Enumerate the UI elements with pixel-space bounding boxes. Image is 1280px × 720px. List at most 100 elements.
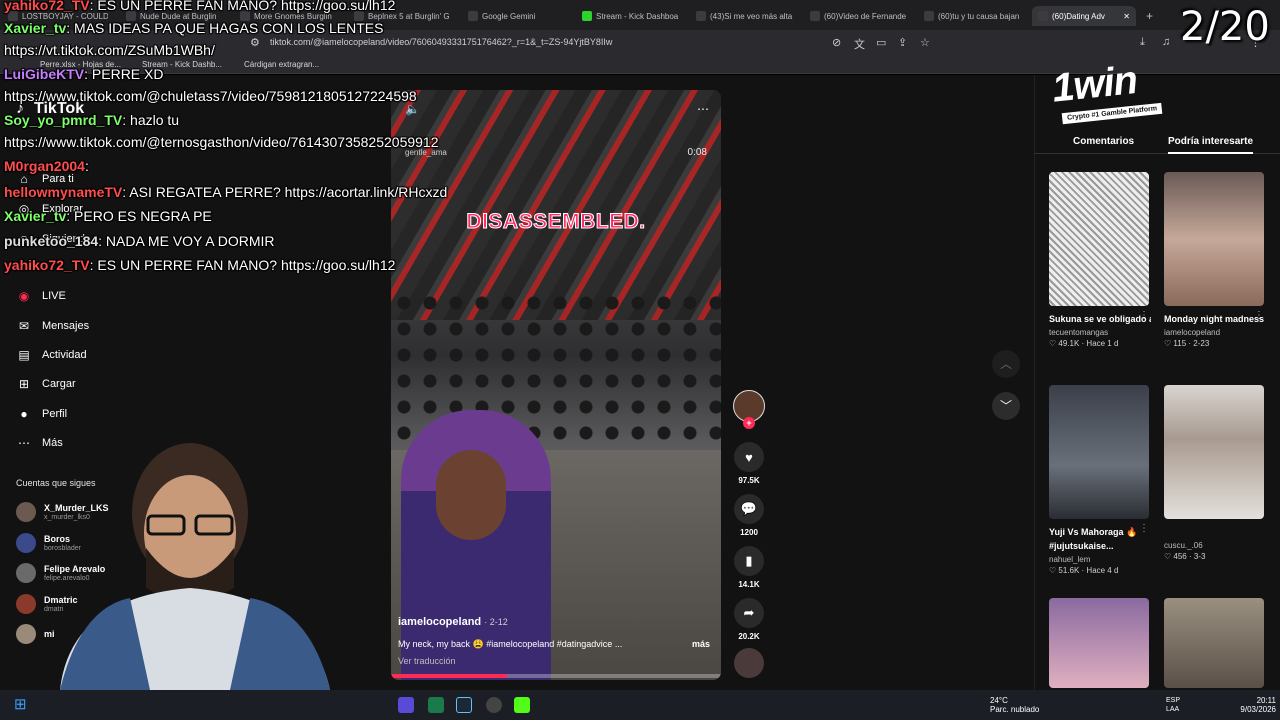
- mute-icon[interactable]: ⊘: [832, 36, 841, 49]
- download-icon[interactable]: ⤓: [1140, 36, 1145, 49]
- share-button[interactable]: ➦ 20.2K: [733, 598, 765, 641]
- messages-icon: ✉: [18, 319, 30, 333]
- chat-message: yahiko72_TV: ES UN PERRE FAN MANO? https…: [4, 257, 396, 273]
- profile-icon: ●: [20, 407, 28, 421]
- video-thumbnail: [1164, 598, 1264, 688]
- kick-icon: [582, 11, 592, 21]
- streamer-webcam: [60, 443, 330, 690]
- browser-tab[interactable]: (60)Video de Fernande: [810, 6, 910, 26]
- sponsor-logo: 1win Crypto #1 Gamble Platform: [1050, 58, 1182, 130]
- video-thumbnail: [1164, 172, 1264, 306]
- steam-icon[interactable]: [456, 697, 472, 713]
- video-thumbnail: [1049, 598, 1149, 688]
- comment-button[interactable]: 💬 1200: [733, 494, 765, 537]
- suggested-video-card[interactable]: [1049, 598, 1151, 688]
- discord-icon[interactable]: [398, 697, 414, 713]
- tiktok-icon: [1038, 11, 1048, 21]
- tiktok-icon: [924, 11, 934, 21]
- stream-chat-overlay: yahiko72_TV: ES UN PERRE FAN MANO? https…: [0, 0, 500, 280]
- suggested-video-card[interactable]: cuscu._.06 ♡ 456 · 3-3: [1164, 385, 1266, 561]
- follow-plus-button[interactable]: +: [743, 417, 755, 429]
- chat-message: punketoo_184: NADA ME VOY A DORMIR: [4, 233, 275, 249]
- previous-video-button[interactable]: ︿: [992, 350, 1020, 378]
- suggested-video-card[interactable]: Yuji Vs Mahoraga 🔥 #jujutsukaise... nahu…: [1049, 385, 1151, 575]
- heart-icon: ♥: [734, 442, 764, 472]
- stream-counter: 2/20: [1180, 4, 1270, 50]
- card-more-icon[interactable]: ⋮: [1139, 310, 1149, 321]
- live-icon: ◉: [18, 289, 30, 303]
- next-video-button[interactable]: ﹀: [992, 392, 1020, 420]
- weather-widget[interactable]: 24°C Parc. nublado: [990, 696, 1039, 714]
- sidebar-item-live[interactable]: ◉ LIVE: [16, 289, 66, 303]
- language-indicator[interactable]: ESP LAA: [1166, 696, 1180, 714]
- system-clock[interactable]: 20:11 9/03/2026: [1240, 696, 1276, 714]
- chat-message: hellowmynameTV: ASI REGATEA PERRE? https…: [4, 184, 448, 200]
- chat-message: https://www.tiktok.com/@ternosgasthon/vi…: [4, 134, 439, 150]
- browser-tab[interactable]: (60)tu y tu causa bajan: [924, 6, 1024, 26]
- chat-message: https://www.tiktok.com/@chuletass7/video…: [4, 88, 417, 104]
- windows-start-icon[interactable]: ⊞: [14, 695, 30, 713]
- video-description: My neck, my back 😩 #iamelocopeland #dati…: [398, 639, 623, 649]
- video-thumbnail: [1049, 172, 1149, 306]
- app-icon[interactable]: [428, 697, 444, 713]
- windows-taskbar: ⊞ 24°C Parc. nublado ESP LAA 20:11 9/03/202…: [0, 690, 1280, 720]
- browser-tab[interactable]: Stream - Kick Dashboa: [582, 6, 682, 26]
- video-time: 0:08: [687, 147, 707, 158]
- new-tab-button[interactable]: +: [1146, 6, 1158, 26]
- avatar: [16, 624, 36, 644]
- tiktok-icon: [810, 11, 820, 21]
- music-disc-icon: [734, 648, 764, 678]
- avatar: [16, 533, 36, 553]
- tab-podria-interesarte[interactable]: Podría interesarte: [1168, 136, 1254, 154]
- suggested-video-card[interactable]: Sukuna se ve obligado a... tecuentomanga…: [1049, 172, 1151, 348]
- kick-icon[interactable]: [514, 697, 530, 713]
- chevron-up-icon: ︿: [999, 357, 1012, 371]
- activity-icon: ▤: [18, 348, 30, 362]
- bookmark-icon: ▮: [734, 546, 764, 576]
- video-progress-bar[interactable]: [391, 674, 721, 678]
- more-icon: ⋯: [18, 436, 30, 450]
- bookmark-star-icon[interactable]: ☆: [920, 36, 930, 49]
- avatar: [16, 563, 36, 583]
- video-thumbnail: [1049, 385, 1149, 519]
- save-button[interactable]: ▮ 14.1K: [733, 546, 765, 589]
- chat-message: M0rgan2004:: [4, 158, 89, 174]
- video-thumbnail: [1164, 385, 1264, 519]
- tab-comentarios[interactable]: Comentarios: [1073, 136, 1134, 147]
- browser-tab-active[interactable]: (60)Dating Adv ✕: [1032, 6, 1136, 26]
- card-more-icon[interactable]: ⋮: [1139, 523, 1149, 534]
- install-icon[interactable]: ▭: [876, 36, 886, 49]
- chat-message: yahiko72_TV: ES UN PERRE FAN MANO? https…: [4, 0, 396, 13]
- browser-tab[interactable]: (43)Si me veo más alta: [696, 6, 796, 26]
- sidebar-item-actividad[interactable]: ▤ Actividad: [16, 348, 86, 362]
- chat-message: LuiGibeKTV: PERRE XD: [4, 66, 164, 82]
- sidebar-item-cargar[interactable]: ⊞ Cargar: [16, 377, 76, 391]
- card-more-icon[interactable]: ⋮: [1254, 310, 1264, 321]
- translate-icon[interactable]: 文: [854, 36, 865, 52]
- chat-message: Soy_yo_pmrd_TV: hazlo tu: [4, 112, 180, 128]
- chat-message: Xavier_tv: MAS IDEAS PA QUE HAGAS CON LO…: [4, 20, 384, 36]
- suggested-video-card[interactable]: [1164, 598, 1266, 688]
- sound-disc[interactable]: [733, 648, 765, 678]
- right-panel-tabs: Comentarios Podría interesarte: [1034, 132, 1280, 154]
- music-icon[interactable]: ♫: [1162, 36, 1170, 48]
- close-tab-icon[interactable]: ✕: [1123, 12, 1130, 21]
- like-button[interactable]: ♥ 97.5K: [733, 442, 765, 485]
- obs-icon[interactable]: [486, 697, 502, 713]
- translate-link[interactable]: Ver traducción: [398, 656, 456, 666]
- avatar: [16, 502, 36, 522]
- video-author[interactable]: iamelocopeland · 2-12: [398, 616, 508, 628]
- description-more-button[interactable]: más: [692, 639, 710, 649]
- avatar: [16, 594, 36, 614]
- chevron-down-icon: ﹀: [999, 399, 1012, 413]
- video-face: [436, 450, 506, 540]
- suggested-video-card[interactable]: Monday night madness 😳 ... iamelocopelan…: [1164, 172, 1266, 348]
- chat-message: https://vt.tiktok.com/ZSuMb1WBh/: [4, 42, 215, 58]
- share-icon[interactable]: ⇪: [898, 36, 907, 49]
- sidebar-item-perfil[interactable]: ● Perfil: [16, 407, 67, 421]
- sidebar-item-mensajes[interactable]: ✉ Mensajes: [16, 319, 89, 333]
- share-arrow-icon: ➦: [734, 598, 764, 628]
- comment-icon: 💬: [734, 494, 764, 524]
- more-options-icon[interactable]: ⋯: [697, 102, 709, 116]
- upload-icon: ⊞: [18, 377, 30, 391]
